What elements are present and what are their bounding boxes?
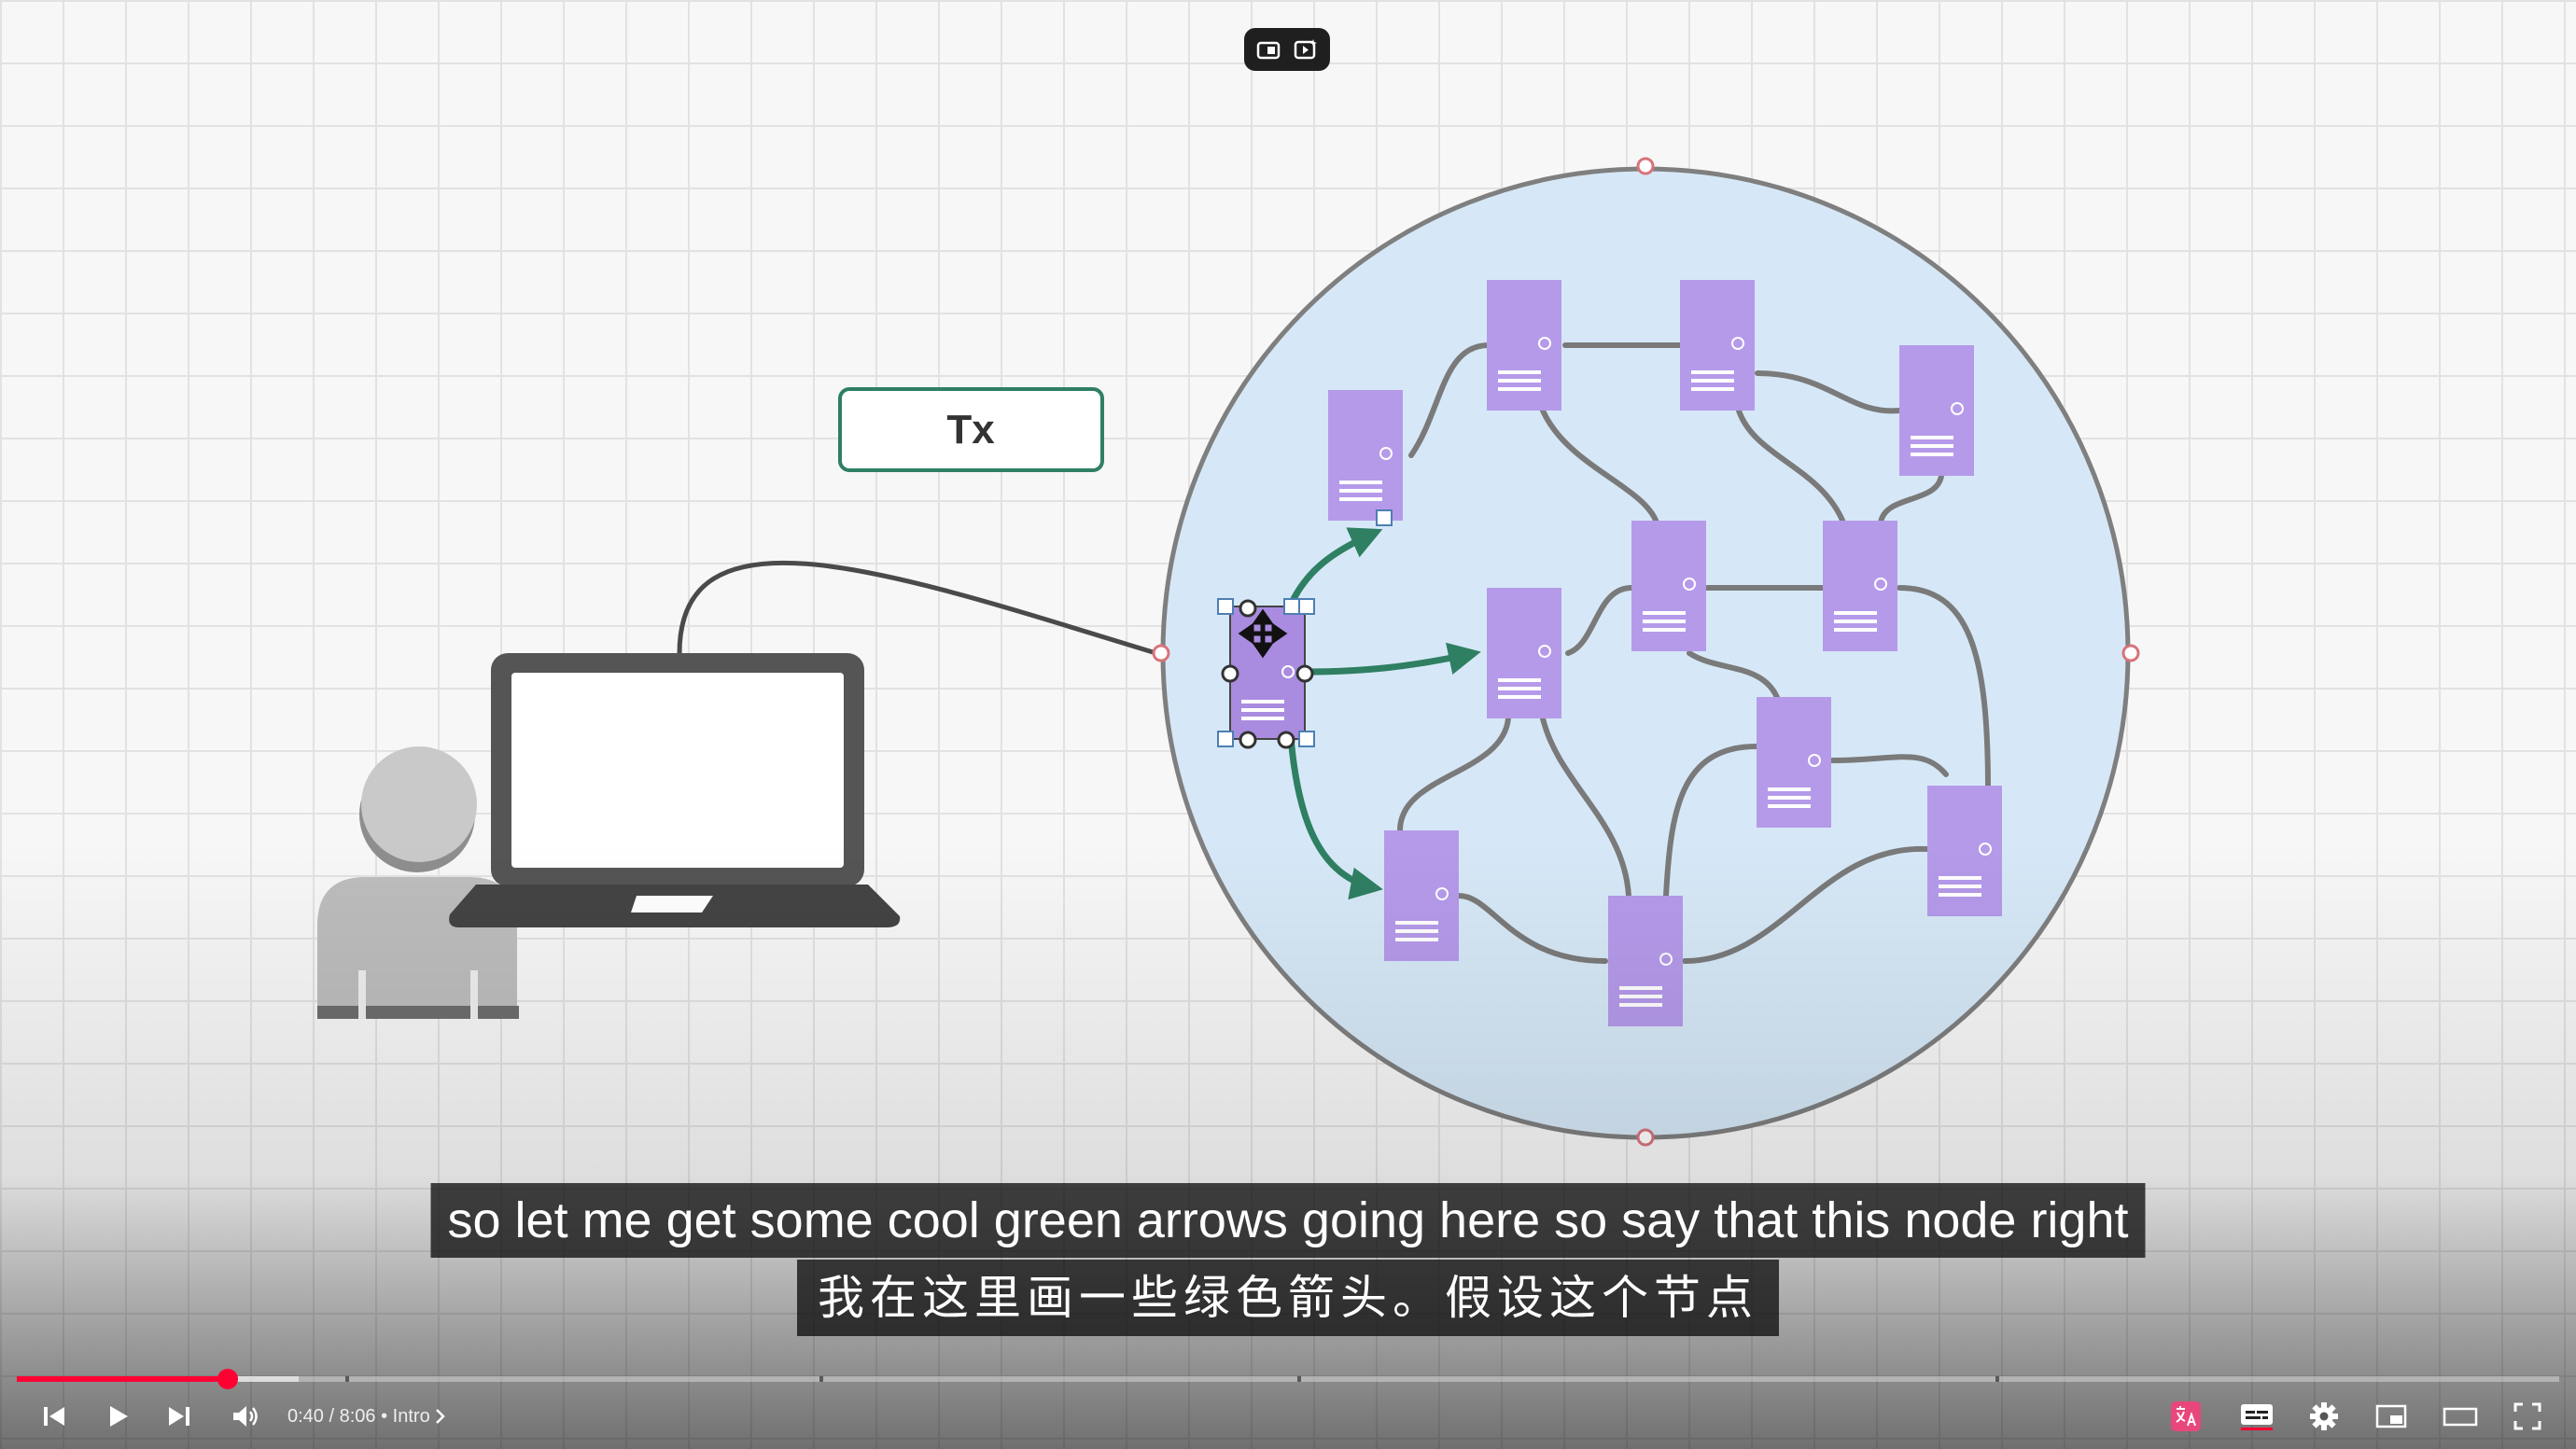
top-overlay-controls xyxy=(1244,28,1330,71)
chapter-marker xyxy=(345,1376,349,1382)
laptop-icon xyxy=(449,653,901,927)
play-icon xyxy=(110,1406,128,1427)
player-controls: 0:40 / 8:06 • Intro xyxy=(0,1388,2576,1444)
caption-chinese: 我在这里画一些绿色箭头。假设这个节点 xyxy=(797,1260,1779,1336)
subtitles-button[interactable] xyxy=(2236,1388,2277,1444)
auto-translate-icon[interactable] xyxy=(2167,1388,2205,1444)
fullscreen-icon[interactable] xyxy=(2507,1388,2548,1444)
user-icon xyxy=(317,746,519,1019)
theater-mode-icon[interactable] xyxy=(2438,1388,2483,1444)
server-node[interactable] xyxy=(1328,390,1403,521)
progress-played xyxy=(17,1376,229,1382)
server-node[interactable] xyxy=(1823,521,1897,651)
server-node[interactable] xyxy=(1757,697,1831,828)
chapter-marker xyxy=(1995,1376,1999,1382)
progress-bar[interactable] xyxy=(17,1369,2559,1389)
time-separator: / xyxy=(323,1405,340,1427)
time-display: 0:40 / 8:06 • Intro xyxy=(287,1388,451,1444)
tx-label: Tx xyxy=(946,407,995,453)
server-node[interactable] xyxy=(1608,896,1683,1026)
miniplayer-icon[interactable] xyxy=(2371,1388,2412,1444)
chapter-marker xyxy=(819,1376,823,1382)
clip-icon[interactable] xyxy=(1290,34,1322,65)
caption-english: so let me get some cool green arrows goi… xyxy=(430,1183,2146,1258)
screenshot-icon[interactable] xyxy=(1253,34,1284,65)
server-node[interactable] xyxy=(1487,588,1561,718)
chapter-separator: • xyxy=(375,1405,393,1427)
skip-next-icon[interactable] xyxy=(161,1388,198,1444)
duration: 8:06 xyxy=(339,1405,376,1427)
gear-icon[interactable] xyxy=(2305,1388,2343,1444)
skip-previous-icon[interactable] xyxy=(35,1388,73,1444)
chapter-title[interactable]: Intro xyxy=(393,1406,430,1428)
chevron-right-icon[interactable] xyxy=(430,1405,451,1428)
chapter-marker xyxy=(1297,1376,1301,1382)
server-node[interactable] xyxy=(1384,830,1459,961)
server-node[interactable] xyxy=(1927,786,2002,916)
progress-scrubber[interactable] xyxy=(217,1369,239,1389)
current-time: 0:40 xyxy=(287,1405,324,1427)
server-node[interactable] xyxy=(1680,280,1755,411)
subtitles-icon xyxy=(2241,1404,2273,1430)
server-node[interactable] xyxy=(1899,345,1974,476)
play-button[interactable] xyxy=(99,1388,136,1444)
volume-icon[interactable] xyxy=(226,1388,267,1444)
server-node[interactable] xyxy=(1631,521,1706,651)
server-node[interactable] xyxy=(1487,280,1561,411)
